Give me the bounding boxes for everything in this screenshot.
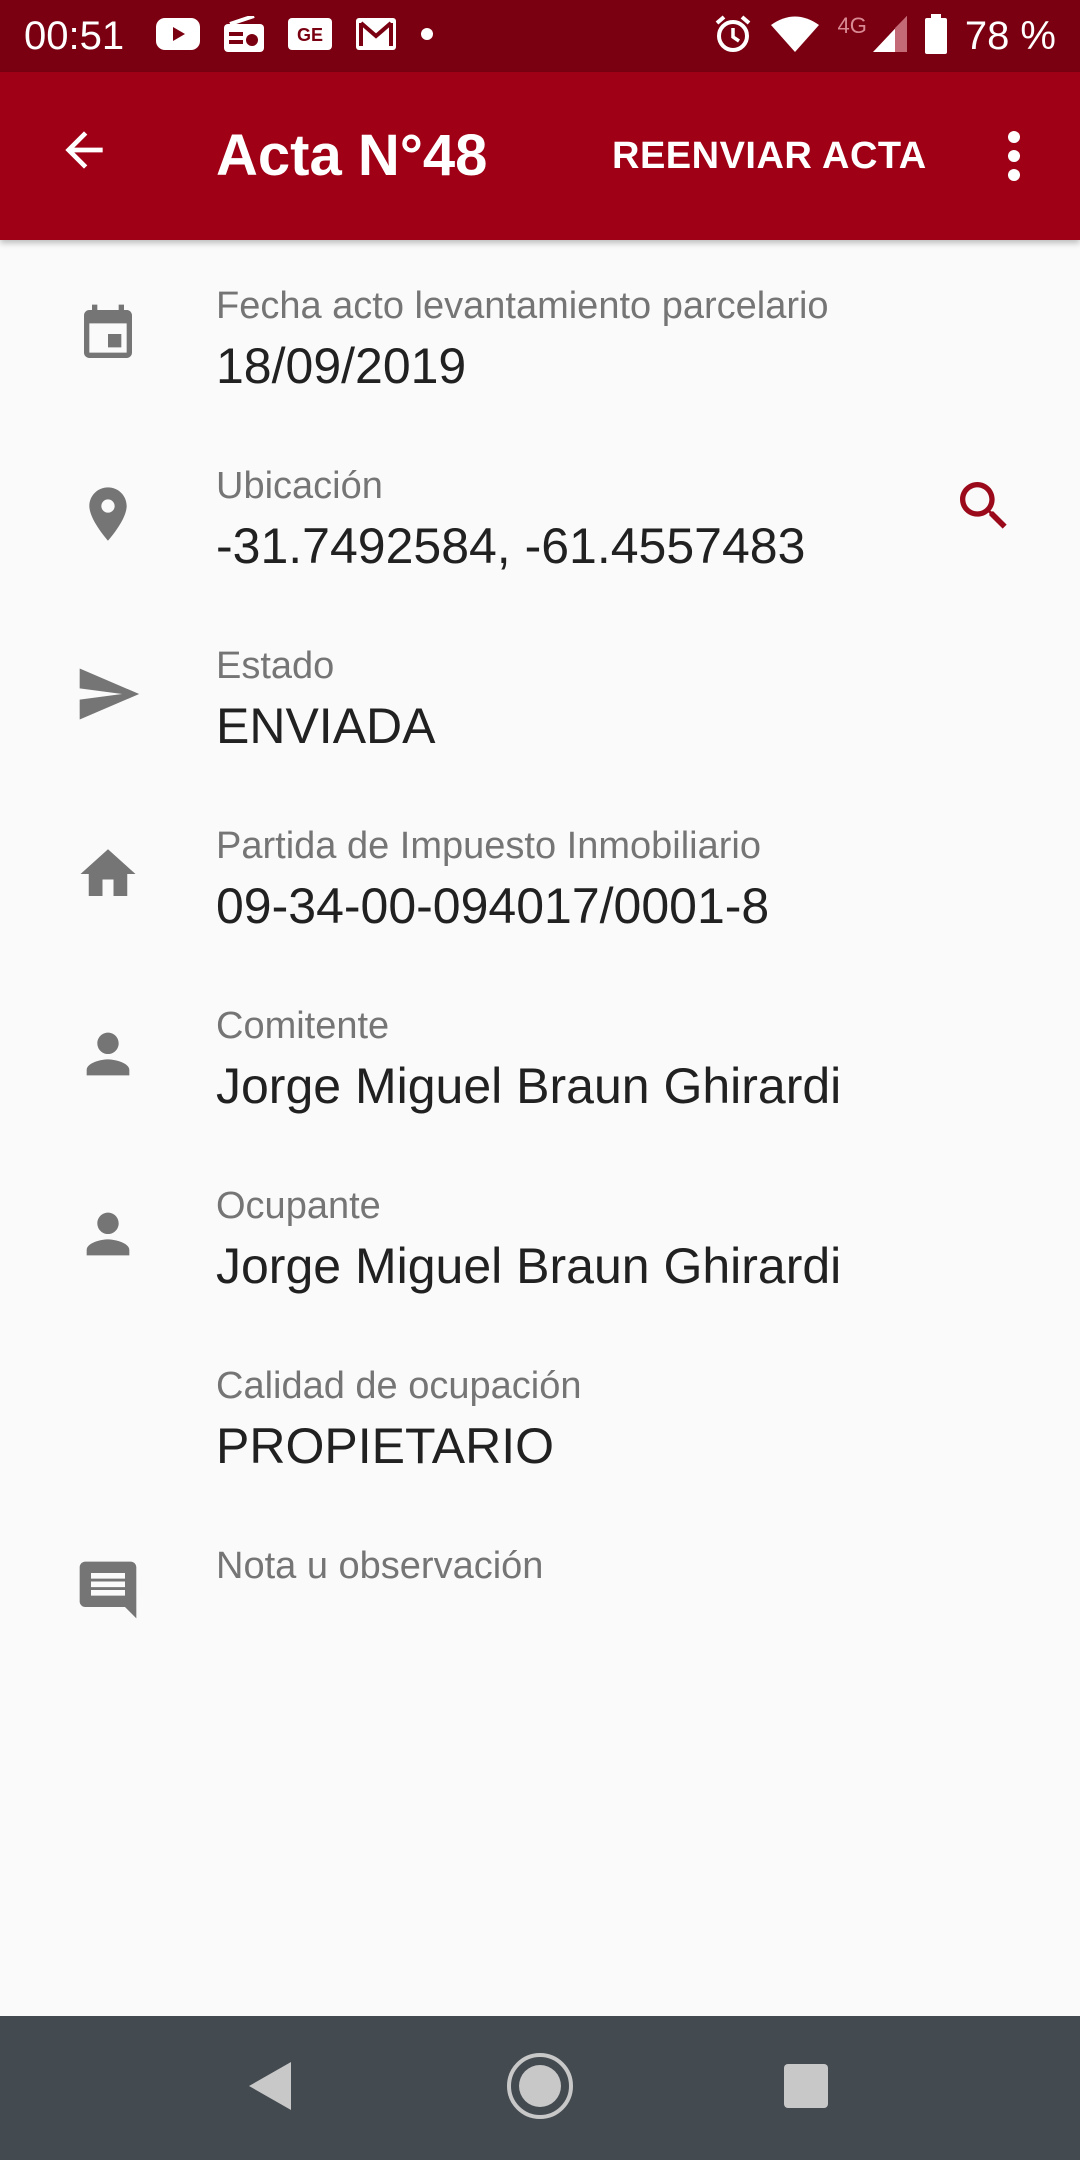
signal-icon: [872, 15, 907, 57]
field-comitente: Comitente Jorge Miguel Braun Ghirardi: [0, 990, 1080, 1170]
field-partida: Partida de Impuesto Inmobiliario 09-34-0…: [0, 810, 1080, 990]
field-estado: Estado ENVIADA: [0, 630, 1080, 810]
status-bar: 00:51 GE 4G 78 %: [0, 0, 1080, 72]
dot-icon: [420, 27, 434, 46]
field-calidad-ocupacion: Calidad de ocupación PROPIETARIO: [0, 1350, 1080, 1530]
nav-recents-button[interactable]: [756, 2038, 856, 2138]
app-bar: Acta N°48 REENVIAR ACTA: [0, 72, 1080, 240]
field-label: Estado: [216, 645, 335, 687]
field-fecha: Fecha acto levantamiento parcelario 18/0…: [0, 270, 1080, 450]
calendar-icon: [70, 296, 146, 372]
field-label: Ocupante: [216, 1185, 381, 1227]
status-time: 00:51: [24, 14, 125, 58]
search-icon: [952, 474, 1016, 543]
home-icon: [70, 836, 146, 912]
field-label: Fecha acto levantamiento parcelario: [216, 285, 829, 327]
field-label: Comitente: [216, 1005, 390, 1047]
nav-home-icon: [504, 2050, 576, 2127]
field-label: Ubicación: [216, 465, 383, 507]
back-button[interactable]: [44, 112, 124, 192]
field-value: Jorge Miguel Braun Ghirardi: [216, 1058, 842, 1114]
field-label: Calidad de ocupación: [216, 1365, 582, 1407]
screen: 00:51 GE 4G 78 % Acta N°48 REENVIAR ACTA…: [0, 0, 1080, 2160]
battery-icon: [924, 13, 947, 59]
location-pin-icon: [70, 476, 146, 552]
battery-percent: 78 %: [964, 14, 1056, 58]
wifi-icon: [771, 16, 820, 57]
more-vert-icon: [1006, 130, 1022, 187]
field-label: Partida de Impuesto Inmobiliario: [216, 825, 761, 867]
status-notification-icons: GE: [156, 13, 434, 57]
system-nav-bar: [0, 2016, 1080, 2160]
field-ubicacion: Ubicación -31.7492584, -61.4557483: [0, 450, 1080, 630]
field-value: 09-34-00-094017/0001-8: [216, 878, 770, 934]
page-title: Acta N°48: [216, 123, 488, 188]
search-location-button[interactable]: [950, 474, 1018, 542]
nav-recents-icon: [782, 2062, 830, 2115]
field-ocupante: Ocupante Jorge Miguel Braun Ghirardi: [0, 1170, 1080, 1350]
gmail-icon: [356, 17, 396, 55]
ge-icon: GE: [288, 17, 332, 55]
field-value: PROPIETARIO: [216, 1418, 555, 1474]
nav-back-icon: [245, 2058, 295, 2119]
field-nota: Nota u observación: [0, 1530, 1080, 1710]
youtube-icon: [156, 17, 200, 55]
field-value: Jorge Miguel Braun Ghirardi: [216, 1238, 842, 1294]
field-value: -31.7492584, -61.4557483: [216, 518, 806, 574]
comment-icon: [70, 1552, 146, 1628]
field-value: 18/09/2019: [216, 338, 467, 394]
overflow-menu-button[interactable]: [990, 126, 1038, 190]
network-type-label: 4G: [837, 13, 867, 38]
arrow-back-icon: [56, 122, 112, 183]
person-icon: [70, 1016, 146, 1092]
svg-text:GE: GE: [297, 25, 323, 45]
send-icon: [70, 656, 146, 732]
person-icon: [70, 1196, 146, 1272]
alarm-icon: [713, 14, 753, 59]
status-system-icons: 4G 78 %: [713, 12, 1056, 60]
nav-home-button[interactable]: [490, 2038, 590, 2138]
radio-icon: [224, 13, 264, 57]
nav-back-button[interactable]: [220, 2038, 320, 2138]
field-label: Nota u observación: [216, 1545, 544, 1587]
resend-acta-button[interactable]: REENVIAR ACTA: [612, 130, 927, 182]
field-value: ENVIADA: [216, 698, 436, 754]
